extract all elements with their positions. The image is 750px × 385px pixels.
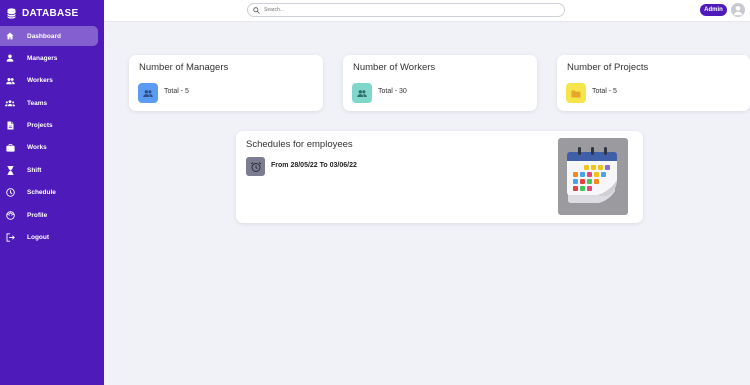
people-icon <box>5 76 15 86</box>
sidebar-item-label: Logout <box>27 234 50 242</box>
avatar[interactable] <box>731 3 745 17</box>
clock-icon <box>5 188 15 198</box>
face-icon <box>5 210 15 220</box>
search-icon <box>253 1 260 19</box>
sidebar-nav: Dashboard Managers Workers Teams Project… <box>0 26 104 248</box>
user-role-badge[interactable]: Admin <box>700 4 727 16</box>
schedule-card: Schedules for employees From 28/05/22 To… <box>236 131 643 223</box>
sidebar-item-label: Works <box>27 144 47 152</box>
alarm-clock-icon <box>246 157 265 176</box>
stat-card-title: Number of Projects <box>567 62 649 73</box>
stat-card-count: Total - 30 <box>378 88 407 95</box>
sidebar: DATABASE Dashboard Managers Workers Team… <box>0 0 104 385</box>
stat-card-title: Number of Managers <box>139 62 229 73</box>
stat-card-workers: Number of Workers Total - 30 <box>343 55 537 111</box>
people-icon <box>138 83 158 103</box>
topbar: Admin <box>104 0 750 22</box>
logout-icon <box>5 233 15 243</box>
sidebar-item-label: Workers <box>27 77 53 85</box>
stat-card-title: Number of Workers <box>353 62 436 73</box>
sidebar-item-label: Dashboard <box>27 32 61 40</box>
stat-card-count: Total - 5 <box>592 88 617 95</box>
sidebar-item-label: Managers <box>27 54 58 62</box>
stat-card-count: Total - 5 <box>164 88 189 95</box>
sidebar-item-works[interactable]: Works <box>0 138 98 158</box>
sidebar-item-label: Projects <box>27 122 53 130</box>
sidebar-item-projects[interactable]: Projects <box>0 116 98 136</box>
database-icon <box>6 7 16 19</box>
sidebar-item-label: Profile <box>27 211 48 219</box>
sidebar-item-label: Shift <box>27 166 42 174</box>
sidebar-item-profile[interactable]: Profile <box>0 205 98 225</box>
brand-title: DATABASE <box>22 7 79 19</box>
document-icon <box>5 121 15 131</box>
briefcase-icon <box>5 143 15 153</box>
sidebar-item-schedule[interactable]: Schedule <box>0 183 98 203</box>
sidebar-item-workers[interactable]: Workers <box>0 71 98 91</box>
home-icon <box>5 31 15 41</box>
folder-icon <box>566 83 586 103</box>
person-icon <box>5 53 15 63</box>
sidebar-item-dashboard[interactable]: Dashboard <box>0 26 98 46</box>
sidebar-item-label: Teams <box>27 99 48 107</box>
groups-icon <box>5 98 15 108</box>
stat-card-projects: Number of Projects Total - 5 <box>557 55 750 111</box>
sidebar-item-shift[interactable]: Shift <box>0 160 98 180</box>
search-input[interactable] <box>264 7 554 13</box>
stat-card-managers: Number of Managers Total - 5 <box>129 55 323 111</box>
user-avatar-icon <box>733 6 743 16</box>
schedule-title: Schedules for employees <box>246 139 353 150</box>
hourglass-icon <box>5 165 15 175</box>
people-icon <box>352 83 372 103</box>
search-bar[interactable] <box>247 3 565 17</box>
sidebar-item-managers[interactable]: Managers <box>0 48 98 68</box>
calendar-illustration <box>558 138 628 215</box>
schedule-date-range: From 28/05/22 To 03/06/22 <box>271 162 357 169</box>
sidebar-item-logout[interactable]: Logout <box>0 228 98 248</box>
sidebar-item-label: Schedule <box>27 189 56 197</box>
brand[interactable]: DATABASE <box>0 0 104 26</box>
sidebar-item-teams[interactable]: Teams <box>0 93 98 113</box>
